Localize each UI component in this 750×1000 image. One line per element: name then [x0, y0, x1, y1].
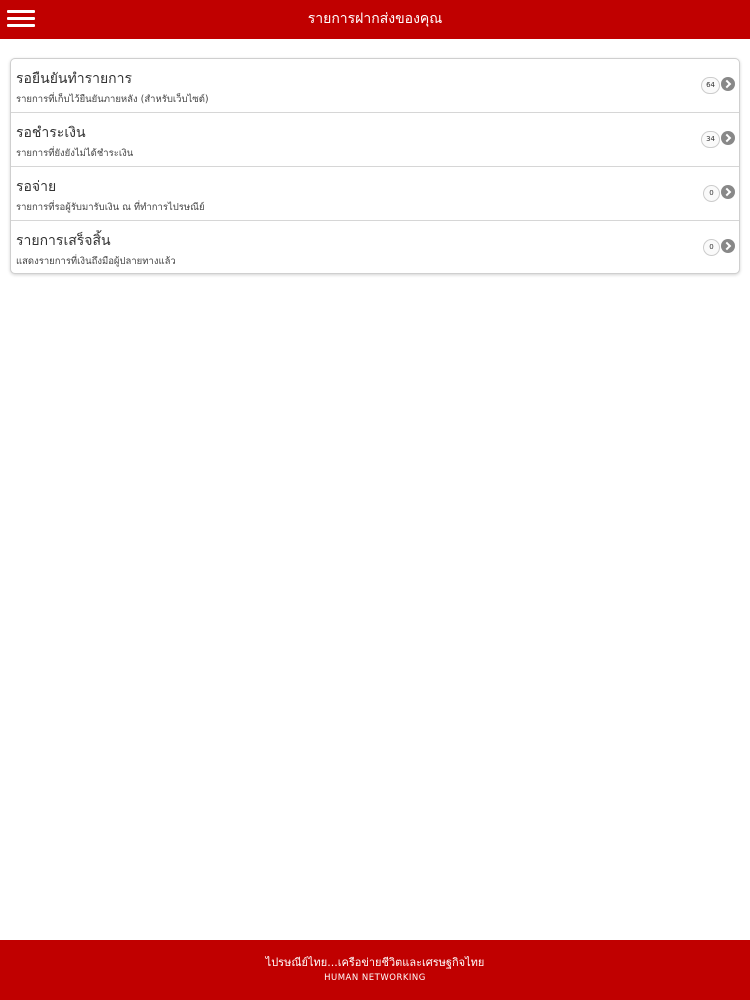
chevron-right-circle-icon[interactable] — [721, 185, 735, 199]
footer-slogan: HUMAN NETWORKING — [324, 973, 426, 983]
list-item-pending-payout[interactable]: รอจ่าย รายการที่รอผู้รับมารับเงิน ณ ที่ท… — [11, 167, 739, 221]
list-item-pending-payment[interactable]: รอชำระเงิน รายการที่ยังยังไม่ได้ชำระเงิน… — [11, 113, 739, 167]
chevron-right-circle-icon[interactable] — [721, 131, 735, 145]
count-badge: 64 — [701, 77, 720, 94]
list-item-title: รอจ่าย — [16, 179, 57, 195]
footer-bar: ไปรษณีย์ไทย...เครือข่ายชีวิตและเศรษฐกิจไ… — [0, 940, 750, 1000]
transaction-status-list: รอยืนยันทำรายการ รายการที่เก็บไว้ยืนยันภ… — [10, 58, 740, 274]
list-item-pending-confirmation[interactable]: รอยืนยันทำรายการ รายการที่เก็บไว้ยืนยันภ… — [11, 59, 739, 113]
chevron-right-circle-icon[interactable] — [721, 239, 735, 253]
list-item-title: รายการเสร็จสิ้น — [16, 233, 111, 249]
list-item-subtitle: รายการที่ยังยังไม่ได้ชำระเงิน — [16, 148, 134, 159]
count-badge: 0 — [703, 239, 720, 256]
footer-tagline: ไปรษณีย์ไทย...เครือข่ายชีวิตและเศรษฐกิจไ… — [265, 956, 485, 969]
count-badge: 0 — [703, 185, 720, 202]
list-item-subtitle: รายการที่เก็บไว้ยืนยันภายหลัง (สำหรับเว็… — [16, 94, 209, 105]
page-title: รายการฝากส่งของคุณ — [307, 11, 443, 27]
list-item-title: รอยืนยันทำรายการ — [16, 71, 133, 87]
chevron-right-circle-icon[interactable] — [721, 77, 735, 91]
list-item-subtitle: รายการที่รอผู้รับมารับเงิน ณ ที่ทำการไปร… — [16, 202, 205, 213]
top-app-bar: รายการฝากส่งของคุณ — [0, 0, 750, 39]
list-item-title: รอชำระเงิน — [16, 125, 86, 141]
count-badge: 34 — [701, 131, 720, 148]
list-item-completed[interactable]: รายการเสร็จสิ้น แสดงรายการที่เงินถึงมือผ… — [11, 221, 739, 273]
list-item-subtitle: แสดงรายการที่เงินถึงมือผู้ปลายทางแล้ว — [16, 256, 176, 267]
